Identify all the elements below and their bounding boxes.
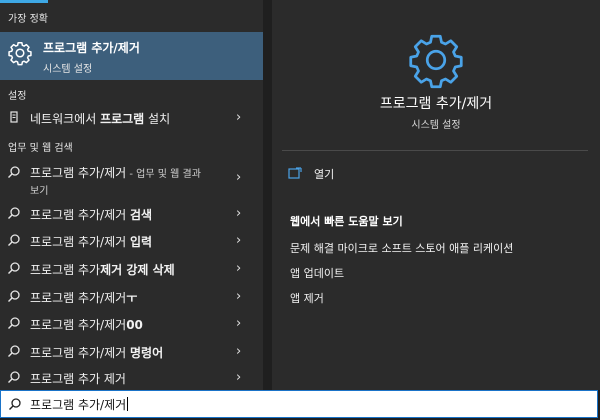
text-caret [127,397,129,411]
chevron-right-icon: › [236,289,242,304]
best-match-title: 프로그램 추가/제거 [43,41,140,55]
detail-panel: 프로그램 추가/제거 시스템 설정 열기 웹에서 빠른 도움말 보기 문제 해결… [272,0,600,390]
settings-install-label: 네트워크에서 프로그램 설치 [30,112,171,126]
gear-icon [409,34,463,89]
search-result-label: 프로그램 추가/제거00 [30,318,143,332]
search-result-label: 프로그램 추가/제거ㅜ [30,291,138,305]
detail-title: 프로그램 추가/제거 [379,96,493,112]
search-result-item[interactable]: 프로그램 추가제거 강제 삭제 › [0,255,263,281]
chevron-right-icon: › [236,233,242,248]
best-match-subtitle: 시스템 설정 [43,64,93,75]
search-result-item[interactable]: 프로그램 추가/제거 - 업무 및 웹 결과 보기 › [0,159,263,197]
search-result-item[interactable]: 프로그램 추가/제거 검색 › [0,200,263,226]
search-icon [8,371,20,383]
search-result-label: 프로그램 추가/제거 검색 [30,208,153,222]
best-match-heading: 가장 정확 [8,14,48,25]
panel-gap [263,0,272,390]
search-result-item[interactable]: 프로그램 추가 제거 › [0,364,263,390]
search-icon [8,166,20,178]
search-icon [8,345,20,357]
installer-icon [10,111,18,123]
chevron-right-icon: › [236,344,242,359]
search-result-label: 프로그램 추가 제거 [30,372,126,386]
search-box[interactable]: 프로그램 추가/제거 [0,390,598,418]
web-help-heading: 웹에서 빠른 도움말 보기 [290,215,403,228]
chevron-right-icon: › [236,110,242,125]
chevron-right-icon: › [236,206,242,221]
search-icon [8,262,20,274]
search-icon [8,207,20,219]
search-result-label: 프로그램 추가/제거 명령어 [30,346,164,360]
gear-icon [8,41,32,66]
search-icon [8,234,20,246]
search-input[interactable]: 프로그램 추가/제거 [30,396,129,413]
search-result-item[interactable]: 프로그램 추가/제거 입력 › [0,227,263,253]
search-icon [8,317,20,329]
search-result-label: 프로그램 추가/제거 - 업무 및 웹 결과 [30,166,201,180]
results-panel: 가장 정확 프로그램 추가/제거 시스템 설정 설정 네트워크에서 프로그램 설… [0,0,263,390]
chevron-right-icon: › [236,316,242,331]
open-action[interactable]: 열기 [288,166,488,184]
active-tab-indicator [0,0,48,3]
web-help-link[interactable]: 앱 제거 [290,290,324,306]
search-icon [9,398,21,410]
chevron-right-icon: › [236,170,242,185]
search-result-label-line2: 보기 [30,186,49,197]
divider [282,150,588,151]
open-label: 열기 [314,168,335,181]
open-window-icon [288,167,302,179]
detail-subtitle: 시스템 설정 [411,120,461,131]
search-result-item[interactable]: 프로그램 추가/제거 명령어 › [0,338,263,364]
search-result-item[interactable]: 프로그램 추가/제거ㅜ › [0,283,263,309]
chevron-right-icon: › [236,261,242,276]
web-search-heading: 업무 및 웹 검색 [8,143,73,154]
settings-install-item[interactable]: 네트워크에서 프로그램 설치 › [0,104,263,130]
search-icon [8,290,20,302]
search-result-item[interactable]: 프로그램 추가/제거00 › [0,310,263,336]
settings-heading: 설정 [8,91,27,102]
best-match-item[interactable]: 프로그램 추가/제거 시스템 설정 [0,32,263,80]
search-result-label: 프로그램 추가/제거 입력 [30,235,153,249]
chevron-right-icon: › [236,370,242,385]
web-help-link[interactable]: 문제 해결 마이크로 소프트 스토어 애플 리케이션 [290,240,513,256]
search-result-label: 프로그램 추가제거 강제 삭제 [30,263,175,277]
web-help-link[interactable]: 앱 업데이트 [290,265,344,281]
